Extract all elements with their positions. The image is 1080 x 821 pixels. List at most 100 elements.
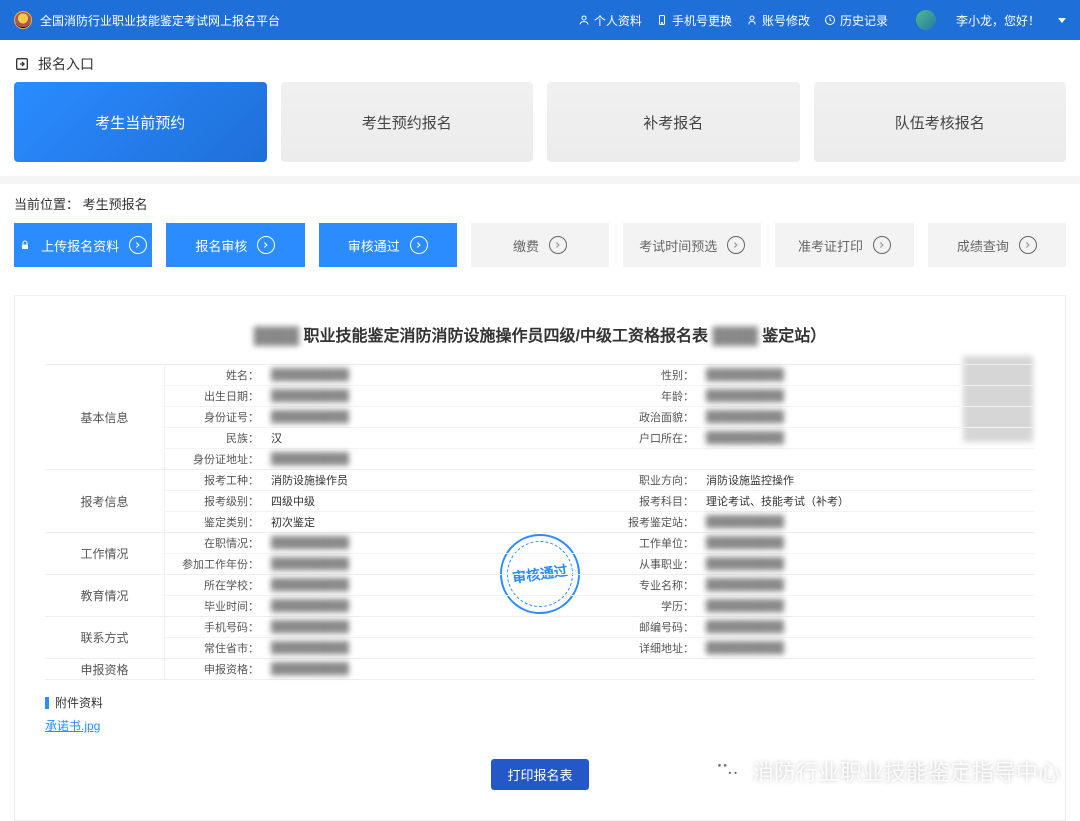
value-qual: ██████████ bbox=[265, 661, 1035, 677]
group-basic: 基本信息 bbox=[45, 365, 165, 470]
entry-section-header: 报名入口 bbox=[0, 40, 1080, 82]
label-age: 年龄： bbox=[600, 386, 700, 406]
nav-account[interactable]: 账号修改 bbox=[746, 12, 810, 29]
nav-profile-label: 个人资料 bbox=[594, 12, 642, 29]
value-career: ██████████ bbox=[700, 556, 1035, 572]
value-direction: 消防设施监控操作 bbox=[700, 470, 1035, 490]
step-upload[interactable]: 上传报名资料 bbox=[14, 223, 152, 267]
step-print-ticket[interactable]: 准考证打印 bbox=[775, 223, 913, 267]
user-greeting: 李小龙，您好！ bbox=[956, 12, 1040, 29]
label-politics: 政治面貌： bbox=[600, 407, 700, 427]
nav-phone-label: 手机号更换 bbox=[672, 12, 732, 29]
divider bbox=[0, 176, 1080, 184]
form-title-prefix-redacted: ████ bbox=[254, 328, 299, 345]
print-form-button[interactable]: 打印报名表 bbox=[491, 759, 588, 790]
nav-account-label: 账号修改 bbox=[762, 12, 810, 29]
chevron-down-icon[interactable] bbox=[1058, 18, 1066, 23]
nav-phone[interactable]: 手机号更换 bbox=[656, 12, 732, 29]
label-major: 专业名称： bbox=[600, 575, 700, 595]
value-edu: ██████████ bbox=[700, 598, 1035, 614]
label-school: 所在学校： bbox=[165, 575, 265, 595]
value-addr: ██████████ bbox=[700, 640, 1035, 656]
label-level: 报考级别： bbox=[165, 491, 265, 511]
value-station: ██████████ bbox=[700, 514, 1035, 530]
label-career: 从事职业： bbox=[600, 554, 700, 574]
value-workunit: ██████████ bbox=[700, 535, 1035, 551]
chevron-right-icon bbox=[257, 236, 275, 254]
tab-retake[interactable]: 补考报名 bbox=[547, 82, 800, 162]
value-subject: 理论考试、技能考试（补考） bbox=[700, 491, 1035, 511]
rows-work: 在职情况： ██████████ 工作单位： ██████████ 参加工作年份… bbox=[165, 533, 1035, 575]
step-time-label: 考试时间预选 bbox=[639, 236, 717, 255]
group-contact: 联系方式 bbox=[45, 617, 165, 659]
label-direction: 职业方向： bbox=[600, 470, 700, 490]
chevron-right-icon bbox=[1019, 236, 1037, 254]
step-nav: 上传报名资料 报名审核 审核通过 缴费 考试时间预选 准考证打印 成绩查询 bbox=[0, 223, 1080, 281]
label-gender: 性别： bbox=[600, 365, 700, 385]
group-qual: 申报资格 bbox=[45, 659, 165, 680]
label-addr: 详细地址： bbox=[600, 638, 700, 658]
account-icon bbox=[746, 14, 758, 26]
breadcrumb-label: 当前位置： bbox=[14, 197, 79, 212]
step-time[interactable]: 考试时间预选 bbox=[623, 223, 761, 267]
label-mobile: 手机号码： bbox=[165, 617, 265, 637]
label-subject: 报考科目： bbox=[600, 491, 700, 511]
tab-team-assess[interactable]: 队伍考核报名 bbox=[814, 82, 1067, 162]
app-logo-icon bbox=[14, 11, 32, 29]
step-review-label: 报名审核 bbox=[195, 236, 247, 255]
value-idaddr: ██████████ bbox=[265, 451, 1035, 467]
nav-profile[interactable]: 个人资料 bbox=[578, 12, 642, 29]
label-idno: 身份证号： bbox=[165, 407, 265, 427]
step-review[interactable]: 报名审核 bbox=[166, 223, 304, 267]
label-zip: 邮编号码： bbox=[600, 617, 700, 637]
step-payment-label: 缴费 bbox=[513, 236, 539, 255]
label-jobstat: 在职情况： bbox=[165, 533, 265, 553]
value-major: ██████████ bbox=[700, 577, 1035, 593]
label-workunit: 工作单位： bbox=[600, 533, 700, 553]
rows-edu: 所在学校： ██████████ 专业名称： ██████████ 毕业时间： … bbox=[165, 575, 1035, 617]
value-name: ██████████ bbox=[265, 367, 600, 383]
value-workyears: ██████████ bbox=[265, 556, 600, 572]
tab-pre-register[interactable]: 考生预约报名 bbox=[281, 82, 534, 162]
value-gender: ██████████ bbox=[700, 367, 1035, 383]
value-age: ██████████ bbox=[700, 388, 1035, 404]
form-title-main: 职业技能鉴定消防消防设施操作员四级/中级工资格报名表 bbox=[304, 328, 708, 345]
attachment-link[interactable]: 承诺书.jpg bbox=[45, 717, 100, 734]
step-score[interactable]: 成绩查询 bbox=[928, 223, 1066, 267]
label-occupation: 报考工种： bbox=[165, 470, 265, 490]
value-birth: ██████████ bbox=[265, 388, 600, 404]
app-title: 全国消防行业职业技能鉴定考试网上报名平台 bbox=[40, 12, 280, 29]
value-school: ██████████ bbox=[265, 577, 600, 593]
breadcrumb-value: 考生预报名 bbox=[83, 197, 148, 212]
value-mobile: ██████████ bbox=[265, 619, 600, 635]
step-upload-label: 上传报名资料 bbox=[41, 236, 119, 255]
step-print-ticket-label: 准考证打印 bbox=[798, 236, 863, 255]
breadcrumb: 当前位置： 考生预报名 bbox=[0, 184, 1080, 223]
label-residence: 户口所在： bbox=[600, 428, 700, 448]
label-workyears: 参加工作年份： bbox=[165, 554, 265, 574]
label-edu: 学历： bbox=[600, 596, 700, 616]
label-province: 常住省市： bbox=[165, 638, 265, 658]
label-type: 鉴定类别： bbox=[165, 512, 265, 532]
label-idaddr: 身份证地址： bbox=[165, 449, 265, 469]
label-qual: 申报资格： bbox=[165, 659, 265, 679]
user-avatar[interactable] bbox=[916, 10, 936, 30]
group-edu: 教育情况 bbox=[45, 575, 165, 617]
chevron-right-icon bbox=[873, 236, 891, 254]
value-type: 初次鉴定 bbox=[265, 512, 600, 532]
entry-icon bbox=[14, 56, 30, 72]
tab-current-appointment[interactable]: 考生当前预约 bbox=[14, 82, 267, 162]
nav-history[interactable]: 历史记录 bbox=[824, 12, 888, 29]
step-score-label: 成绩查询 bbox=[957, 236, 1009, 255]
clock-icon bbox=[824, 14, 836, 26]
value-gradtime: ██████████ bbox=[265, 598, 600, 614]
lock-icon bbox=[19, 239, 31, 251]
value-nation: 汉 bbox=[265, 428, 600, 448]
label-name: 姓名： bbox=[165, 365, 265, 385]
value-residence: ██████████ bbox=[700, 430, 1035, 446]
label-nation: 民族： bbox=[165, 428, 265, 448]
step-payment[interactable]: 缴费 bbox=[471, 223, 609, 267]
step-approved[interactable]: 审核通过 bbox=[319, 223, 457, 267]
step-approved-label: 审核通过 bbox=[348, 236, 400, 255]
chevron-right-icon bbox=[410, 236, 428, 254]
